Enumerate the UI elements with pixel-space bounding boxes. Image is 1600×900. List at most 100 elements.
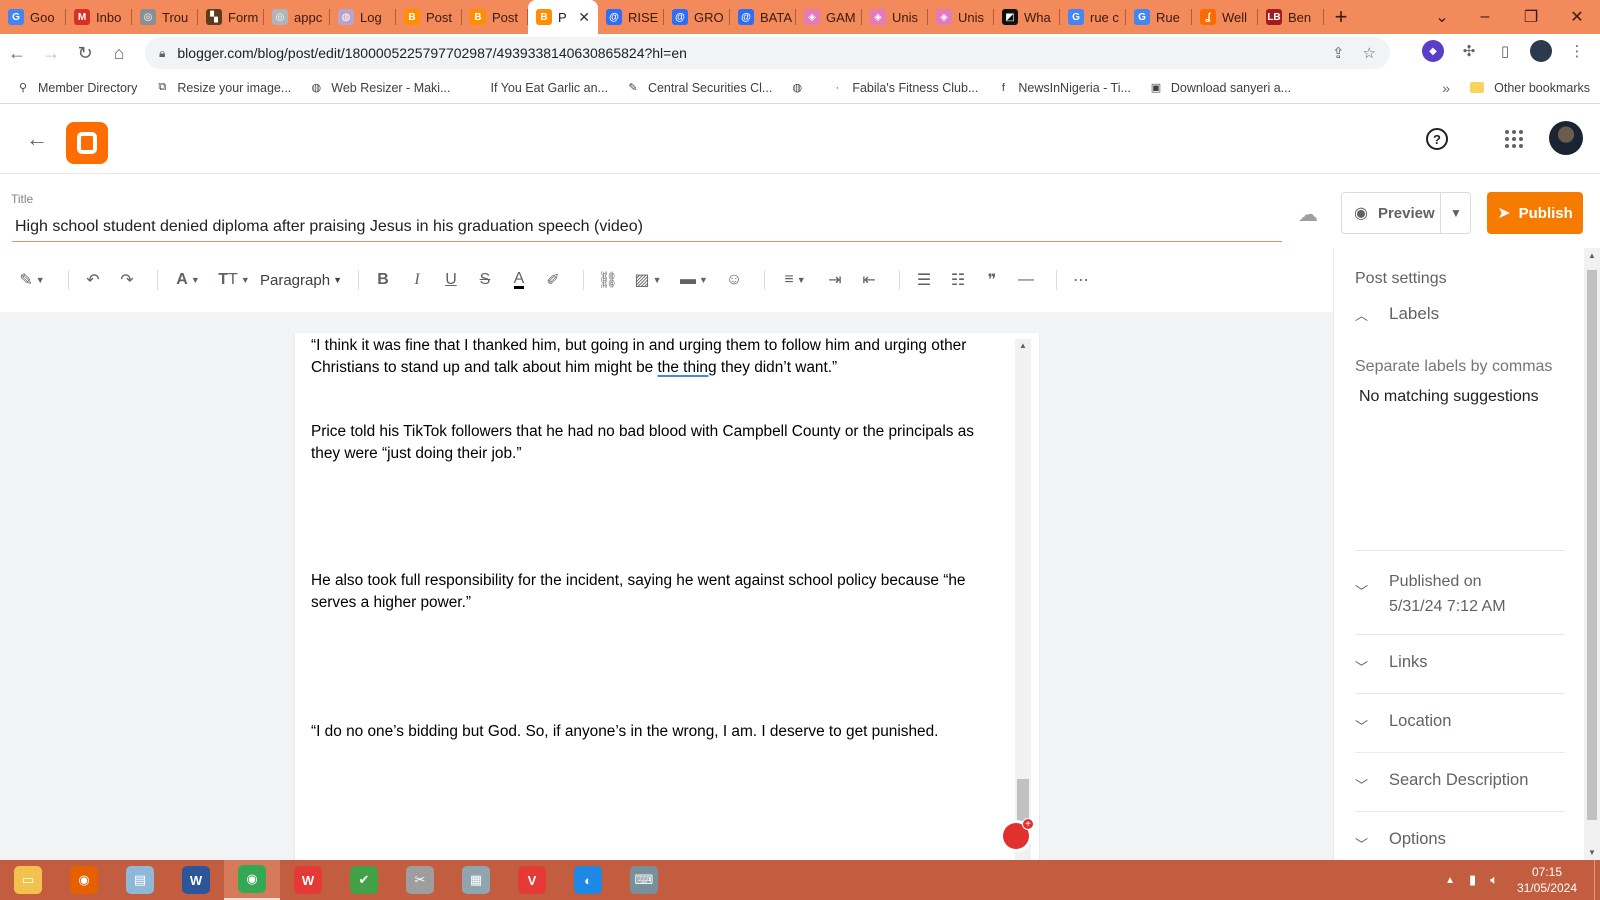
browser-menu-icon[interactable]: ⋮ xyxy=(1566,40,1588,62)
labels-input[interactable] xyxy=(1355,358,1565,376)
text-color-icon[interactable]: A xyxy=(505,265,533,295)
bookmark-item[interactable]: If You Eat Garlic an... xyxy=(469,81,608,95)
browser-tab[interactable]: ◈ Unis xyxy=(862,0,928,34)
quote-icon[interactable]: ❞ xyxy=(978,265,1006,295)
new-tab-button[interactable]: + xyxy=(1324,0,1358,34)
browser-tab[interactable]: LB Ben xyxy=(1258,0,1324,34)
browser-tab[interactable]: B Post xyxy=(462,0,528,34)
bookmark-item[interactable]: ⧉ Resize your image... xyxy=(155,81,291,95)
browser-tab[interactable]: M Inbo xyxy=(66,0,132,34)
back-nav-icon[interactable]: ← xyxy=(0,36,34,70)
close-tab-icon[interactable]: ✕ xyxy=(578,9,590,26)
strikethrough-icon[interactable]: S xyxy=(471,265,499,295)
taskbar-app-on-screen-keyboard[interactable]: ⌨ xyxy=(616,860,672,900)
volume-icon[interactable]: 🔈︎ xyxy=(1490,872,1498,888)
browser-tab[interactable]: ◎ Trou xyxy=(132,0,198,34)
browser-tab[interactable]: B Post xyxy=(396,0,462,34)
compose-mode-icon[interactable]: ✎ ▼ xyxy=(12,265,52,295)
account-avatar[interactable] xyxy=(1549,121,1583,155)
blogger-logo[interactable] xyxy=(66,122,108,164)
bookmarks-overflow-icon[interactable]: » xyxy=(1442,80,1450,96)
publish-button[interactable]: ➤ Publish xyxy=(1487,192,1583,234)
align-icon[interactable]: ≡ ▼ xyxy=(775,265,815,295)
preview-button[interactable]: ◉ Preview ▼ xyxy=(1341,192,1471,234)
battery-icon[interactable]: ▮ xyxy=(1469,872,1476,888)
post-title-input[interactable] xyxy=(12,212,1282,242)
other-bookmarks[interactable]: Other bookmarks xyxy=(1470,81,1590,95)
scrollbar-thumb[interactable] xyxy=(1587,270,1597,820)
clock[interactable]: 07:15 31/05/2024 xyxy=(1512,864,1582,896)
font-icon[interactable]: A ▼ xyxy=(168,265,208,295)
bookmark-item[interactable]: ⚲ Member Directory xyxy=(16,81,137,95)
more-options-icon[interactable]: ⋯ xyxy=(1067,265,1095,295)
emoji-icon[interactable]: ☺ xyxy=(720,265,748,295)
browser-tab[interactable]: B P ✕ xyxy=(528,0,598,34)
outdent-icon[interactable]: ⇤ xyxy=(855,265,883,295)
taskbar-app-wps-office[interactable]: W xyxy=(280,860,336,900)
bookmark-item[interactable]: ◍ xyxy=(790,81,812,95)
browser-tab[interactable]: ʆ Well xyxy=(1192,0,1258,34)
browser-tab[interactable]: ◎ appc xyxy=(264,0,330,34)
taskbar-app-chrome[interactable]: ◉ xyxy=(224,860,280,900)
video-icon[interactable]: ▬ ▼ xyxy=(674,265,714,295)
link-icon[interactable]: ⛓ xyxy=(594,265,622,295)
taskbar-app-file-explorer[interactable]: ▭ xyxy=(0,860,56,900)
browser-tab[interactable]: ▚ Form xyxy=(198,0,264,34)
grammar-assistant-icon[interactable]: + xyxy=(1003,818,1034,849)
spellcheck-word[interactable]: the thing xyxy=(658,359,717,376)
numbered-list-icon[interactable]: ☷ xyxy=(944,265,972,295)
browser-tab[interactable]: G Goo xyxy=(0,0,66,34)
tab-search-chevron-icon[interactable]: ⌄ xyxy=(1422,7,1462,27)
browser-tab[interactable]: G Rue xyxy=(1126,0,1192,34)
font-size-icon[interactable]: T T ▼ xyxy=(214,265,254,295)
undo-icon[interactable]: ↶ xyxy=(79,265,107,295)
sidebar-scrollbar[interactable]: ▲ ▼ xyxy=(1584,248,1600,860)
italic-icon[interactable]: I xyxy=(403,265,431,295)
browser-tab[interactable]: ◍ Log xyxy=(330,0,396,34)
taskbar-app-green-app[interactable]: ✔ xyxy=(336,860,392,900)
side-panel-icon[interactable]: ▯ xyxy=(1494,40,1516,62)
editor-scrollbar[interactable]: ▲ xyxy=(1015,339,1031,860)
share-icon[interactable]: ⇪ xyxy=(1332,44,1345,62)
extensions-puzzle-icon[interactable]: ✣ xyxy=(1458,40,1480,62)
image-icon[interactable]: ▨ ▼ xyxy=(628,265,668,295)
help-icon[interactable]: ? xyxy=(1426,128,1448,150)
scrollbar-thumb[interactable] xyxy=(1017,779,1029,823)
reload-icon[interactable]: ↻ xyxy=(68,36,102,70)
taskbar-app-vivaldi[interactable]: V xyxy=(504,860,560,900)
minimize-button[interactable]: – xyxy=(1462,8,1508,26)
browser-tab[interactable]: @ GRO xyxy=(664,0,730,34)
bookmark-star-icon[interactable]: ☆ xyxy=(1363,44,1376,62)
browser-tab[interactable]: @ RISE xyxy=(598,0,664,34)
bookmark-item[interactable]: ◍ Web Resizer - Maki... xyxy=(309,81,450,95)
labels-section-toggle[interactable]: ︿ Labels xyxy=(1355,304,1439,324)
scroll-up-arrow-icon[interactable]: ▲ xyxy=(1588,251,1596,260)
post-body-editor[interactable]: “I think it was fine that I thanked him,… xyxy=(295,333,1039,860)
google-apps-icon[interactable] xyxy=(1505,130,1523,148)
close-window-button[interactable]: ✕ xyxy=(1554,7,1600,27)
taskbar-app-edge[interactable]: ◐ xyxy=(560,860,616,900)
url-field[interactable]: 🔒︎ blogger.com/blog/post/edit/1800005225… xyxy=(145,37,1390,69)
underline-icon[interactable]: U xyxy=(437,265,465,295)
browser-tab[interactable]: ◈ Unis xyxy=(928,0,994,34)
taskbar-app-firefox[interactable]: ◉ xyxy=(56,860,112,900)
profile-avatar[interactable] xyxy=(1530,40,1552,62)
taskbar-app-word[interactable]: W xyxy=(168,860,224,900)
scroll-down-arrow-icon[interactable]: ▼ xyxy=(1588,848,1596,857)
browser-tab[interactable]: ◩ Wha xyxy=(994,0,1060,34)
location-section[interactable]: ﹀ Location xyxy=(1355,693,1565,735)
options-section[interactable]: ﹀ Options xyxy=(1355,811,1565,853)
bookmark-item[interactable]: ✎ Central Securities Cl... xyxy=(626,81,772,95)
links-section[interactable]: ﹀ Links xyxy=(1355,634,1565,676)
show-desktop-button[interactable] xyxy=(1594,860,1600,900)
taskbar-app-calculator[interactable]: ▦ xyxy=(448,860,504,900)
bookmark-item[interactable]: ▣ Download sanyeri a... xyxy=(1149,81,1291,95)
browser-tab[interactable]: ◈ GAM xyxy=(796,0,862,34)
scroll-up-arrow-icon[interactable]: ▲ xyxy=(1019,341,1027,350)
highlight-icon[interactable]: ✐ xyxy=(539,265,567,295)
browser-tab[interactable]: Grue c xyxy=(1060,0,1126,34)
back-arrow-icon[interactable]: ← xyxy=(26,126,48,152)
forward-nav-icon[interactable]: → xyxy=(34,36,68,70)
taskbar-app-notepad[interactable]: ▤ xyxy=(112,860,168,900)
paragraph-style-dropdown[interactable]: Paragraph ▼ xyxy=(260,265,342,295)
